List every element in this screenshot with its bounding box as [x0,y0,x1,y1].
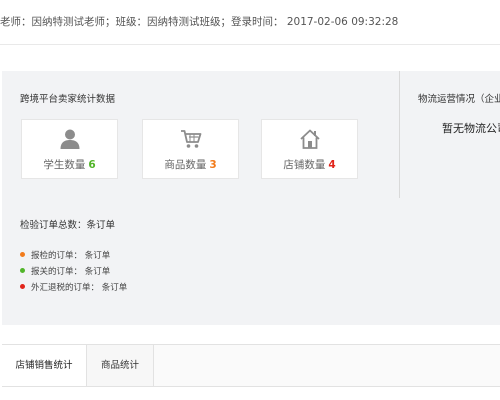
tab-product-stats[interactable]: 商品统计 [87,345,154,386]
panel-divider [399,71,400,198]
inspection-orders-text: 报检的订单： 条订单 [31,251,111,261]
student-count-value: 6 [88,159,96,171]
home-icon [299,129,320,149]
shop-count-card[interactable]: 店铺数量 4 [261,119,358,179]
tax-refund-orders-text: 外汇退税的订单： 条订单 [31,283,128,293]
product-count-card[interactable]: 商品数量 3 [142,119,239,179]
stats-tab-bar: 店铺销售统计 商品统计 [2,344,500,387]
seller-stats-title: 跨境平台卖家统计数据 [20,94,116,105]
logistics-empty-text: 暂无物流公司 [442,122,500,135]
shop-count-value: 4 [328,159,336,171]
list-item: 报检的订单： 条订单 [20,249,110,261]
status-dot [20,284,25,289]
shop-count-label: 店铺数量 4 [262,157,357,172]
student-count-card[interactable]: 学生数量 6 [21,119,118,179]
user-icon [60,129,79,149]
product-count-label: 商品数量 3 [143,157,238,172]
status-dot [20,268,25,273]
login-info-text: 老师：因纳特测试老师；班级：因纳特测试班级；登录时间： 2017-02-06 0… [0,16,399,28]
statistics-panel: 跨境平台卖家统计数据 物流运营情况（企业源 暂无物流公司 学生数量6 商品数量3 [2,71,500,325]
top-info-bar: 老师：因纳特测试老师；班级：因纳特测试班级；登录时间： 2017-02-06 0… [0,0,500,45]
student-count-label: 学生数量 6 [22,157,117,172]
logistics-title: 物流运营情况（企业源 [418,94,500,105]
product-count-text: 商品数量 [164,159,207,171]
status-dot [20,252,25,257]
product-count-value: 3 [209,159,217,171]
list-item: 报关的订单： 条订单 [20,265,110,277]
cart-icon [180,130,201,148]
customs-orders-text: 报关的订单： 条订单 [31,267,111,277]
shop-count-text: 店铺数量 [283,159,326,171]
list-item: 外汇退税的订单： 条订单 [20,281,127,293]
tab-shop-sales[interactable]: 店铺销售统计 [2,345,87,386]
inspection-order-total: 检验订单总数：条订单 [20,220,116,231]
student-count-text: 学生数量 [43,159,86,171]
